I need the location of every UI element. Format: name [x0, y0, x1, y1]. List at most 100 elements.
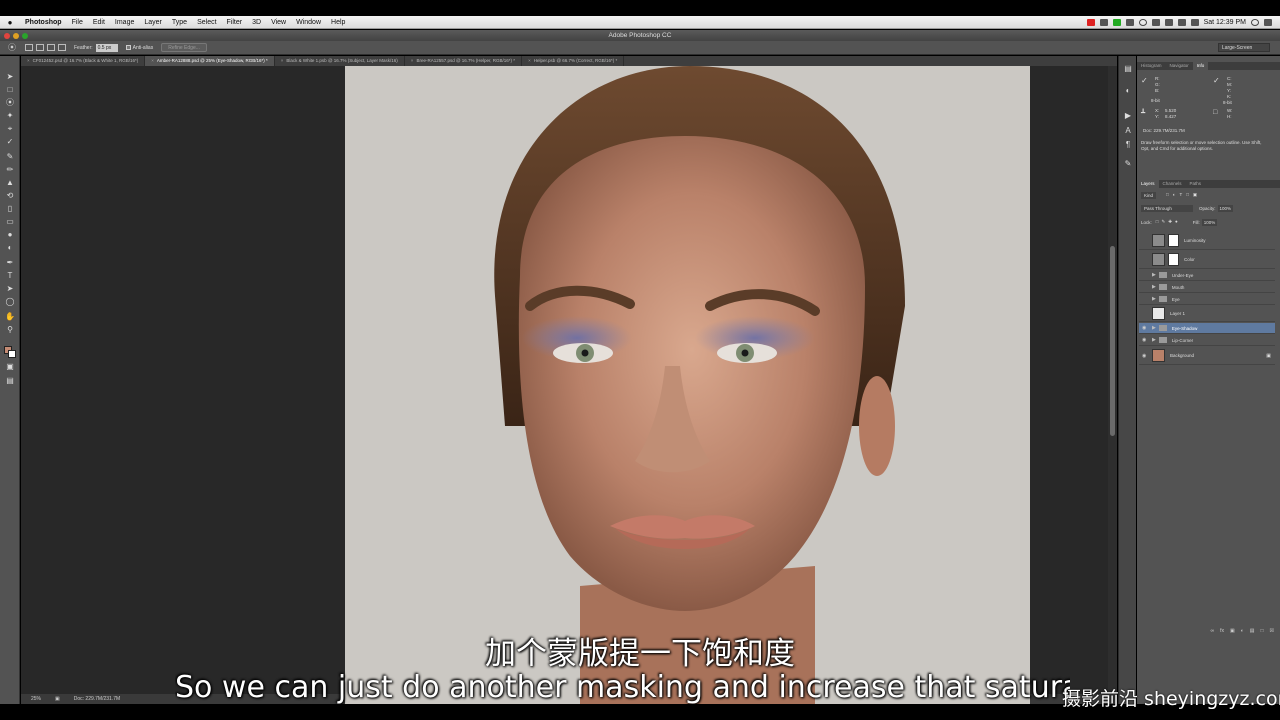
menu-help[interactable]: Help	[326, 19, 350, 26]
sync-icon[interactable]	[1138, 18, 1147, 26]
hand-tool-icon[interactable]: ✋	[5, 312, 15, 322]
lock-icons[interactable]: □✎✚●	[1156, 219, 1181, 225]
menu-layer[interactable]: Layer	[139, 19, 167, 26]
gradient-tool-icon[interactable]: ▭	[5, 217, 15, 227]
blend-mode-select[interactable]: Pass Through	[1141, 204, 1193, 212]
subtract-selection-icon[interactable]	[47, 44, 55, 51]
move-tool-icon[interactable]: ➤	[5, 72, 15, 82]
visibility-eye-icon[interactable]: ◉	[1142, 353, 1149, 359]
background-color-swatch[interactable]	[8, 350, 16, 358]
visibility-eye-icon[interactable]: ◉	[1142, 325, 1149, 331]
paragraph-panel-icon[interactable]: ¶	[1123, 140, 1133, 150]
quick-mask-icon[interactable]: ▣	[5, 362, 15, 372]
screen-mode-icon[interactable]: ▤	[5, 376, 15, 386]
lasso-tool-icon[interactable]: ⦿	[5, 98, 15, 108]
layer-mask-thumbnail[interactable]	[1168, 234, 1179, 247]
dropbox-icon[interactable]	[1125, 18, 1134, 26]
menu-app-name[interactable]: Photoshop	[20, 19, 67, 26]
blur-tool-icon[interactable]: ●	[5, 230, 15, 240]
layer-group-row[interactable]: ▶ Eye	[1139, 294, 1275, 305]
bluetooth-icon[interactable]	[1151, 18, 1160, 26]
notification-center-icon[interactable]	[1264, 18, 1272, 26]
new-selection-icon[interactable]	[25, 44, 33, 51]
dodge-tool-icon[interactable]: ◐	[5, 243, 15, 253]
eyedropper-tool-icon[interactable]: ✓	[5, 137, 15, 147]
intersect-selection-icon[interactable]	[58, 44, 66, 51]
document-tab[interactable]: × Bree-RA12557.psd @ 16.7% (Helper, RGB/1…	[405, 56, 523, 66]
menu-edit[interactable]: Edit	[88, 19, 110, 26]
vertical-scrollbar[interactable]	[1108, 66, 1117, 694]
tab-navigator[interactable]: Navigator	[1166, 62, 1193, 70]
menu-filter[interactable]: Filter	[222, 19, 248, 26]
menu-type[interactable]: Type	[167, 19, 192, 26]
tab-info[interactable]: Info	[1192, 62, 1209, 70]
adjustments-panel-icon[interactable]: ◐	[1123, 86, 1133, 96]
battery-icon[interactable]	[1190, 18, 1199, 26]
apple-menu-icon[interactable]: ●	[0, 18, 20, 27]
history-brush-tool-icon[interactable]: ⟲	[5, 191, 15, 201]
type-tool-icon[interactable]: T	[5, 271, 15, 281]
status-icon[interactable]: ▣	[55, 696, 60, 702]
document-tab[interactable]: × Black & White 1.psb @ 16.7% (Subject, L…	[275, 56, 405, 66]
actions-panel-icon[interactable]: ▶	[1123, 111, 1133, 121]
crop-tool-icon[interactable]: ⌖	[5, 124, 15, 134]
scrollbar-thumb[interactable]	[1110, 246, 1115, 436]
tab-layers[interactable]: Layers	[1137, 180, 1159, 188]
layer-row[interactable]: Layer 1	[1139, 306, 1275, 322]
layer-group-row-selected[interactable]: ◉ ▶ Eye-Shadow	[1139, 323, 1275, 334]
expand-arrow-icon[interactable]: ▶	[1152, 337, 1156, 343]
zoom-level[interactable]: 25%	[31, 696, 41, 702]
feather-input[interactable]: 0.5 px	[95, 43, 118, 52]
clone-stamp-tool-icon[interactable]: ▲	[5, 178, 15, 188]
add-selection-icon[interactable]	[36, 44, 44, 51]
layer-group-row[interactable]: ▶ Mouth	[1139, 282, 1275, 293]
brush-panel-icon[interactable]: ✎	[1123, 159, 1133, 169]
visibility-eye-icon[interactable]: ◉	[1142, 337, 1149, 343]
workspace-select[interactable]: Large-Screen	[1218, 43, 1270, 52]
menu-clock[interactable]: Sat 12:39 PM	[1204, 19, 1246, 26]
opacity-input[interactable]: 100%	[1217, 204, 1234, 212]
menu-3d[interactable]: 3D	[247, 19, 266, 26]
layer-group-row[interactable]: ▶ Under-Eye	[1139, 270, 1275, 281]
history-panel-icon[interactable]: ▤	[1123, 64, 1133, 74]
layer-row[interactable]: Color	[1139, 251, 1275, 269]
canvas-image[interactable]	[345, 66, 1030, 704]
menu-window[interactable]: Window	[291, 19, 326, 26]
layer-group-row[interactable]: ◉ ▶ Lip-Corner	[1139, 335, 1275, 346]
close-tab-icon[interactable]: ×	[528, 58, 531, 63]
refine-edge-button[interactable]: Refine Edge...	[161, 43, 207, 52]
document-tab-active[interactable]: × Amber-RA12888.psd @ 25% (Eye-Shadow, RG…	[145, 56, 275, 66]
tab-paths[interactable]: Paths	[1186, 180, 1206, 188]
brush-tool-icon[interactable]: ✏	[5, 165, 15, 175]
menu-file[interactable]: File	[67, 19, 88, 26]
close-tab-icon[interactable]: ×	[281, 58, 284, 63]
display-icon[interactable]	[1099, 18, 1108, 26]
expand-arrow-icon[interactable]: ▶	[1152, 296, 1156, 302]
expand-arrow-icon[interactable]: ▶	[1152, 284, 1156, 290]
lasso-tool-preset-icon[interactable]: ⦿	[8, 43, 22, 53]
tab-histogram[interactable]: Histogram	[1137, 62, 1166, 70]
fill-input[interactable]: 100%	[1201, 218, 1218, 226]
doc-size[interactable]: Doc: 229.7M/231.7M	[74, 696, 120, 702]
layer-mask-thumbnail[interactable]	[1168, 253, 1179, 266]
menu-view[interactable]: View	[266, 19, 291, 26]
volume-icon[interactable]	[1177, 18, 1186, 26]
zoom-tool-icon[interactable]: ⚲	[5, 325, 15, 335]
pen-tool-icon[interactable]: ✒	[5, 258, 15, 268]
expand-arrow-icon[interactable]: ▶	[1152, 272, 1156, 278]
document-tab[interactable]: × Helper.psb @ 66.7% (Correct, RGB/16*) *	[522, 56, 625, 66]
expand-arrow-icon[interactable]: ▶	[1152, 325, 1156, 331]
marquee-tool-icon[interactable]: □	[5, 85, 15, 95]
menu-select[interactable]: Select	[192, 19, 221, 26]
layer-row[interactable]: Luminosity	[1139, 232, 1275, 250]
eraser-tool-icon[interactable]: ▯	[5, 204, 15, 214]
menu-image[interactable]: Image	[110, 19, 139, 26]
shape-tool-icon[interactable]: ◯	[5, 297, 15, 307]
layer-row[interactable]: ◉ Background ▣	[1139, 347, 1275, 365]
close-tab-icon[interactable]: ×	[27, 58, 30, 63]
tab-channels[interactable]: Channels	[1159, 180, 1186, 188]
close-tab-icon[interactable]: ×	[151, 58, 154, 63]
healing-brush-tool-icon[interactable]: ✎	[5, 152, 15, 162]
path-selection-tool-icon[interactable]: ➤	[5, 284, 15, 294]
filter-icons[interactable]: □◐T□▣	[1166, 192, 1201, 198]
